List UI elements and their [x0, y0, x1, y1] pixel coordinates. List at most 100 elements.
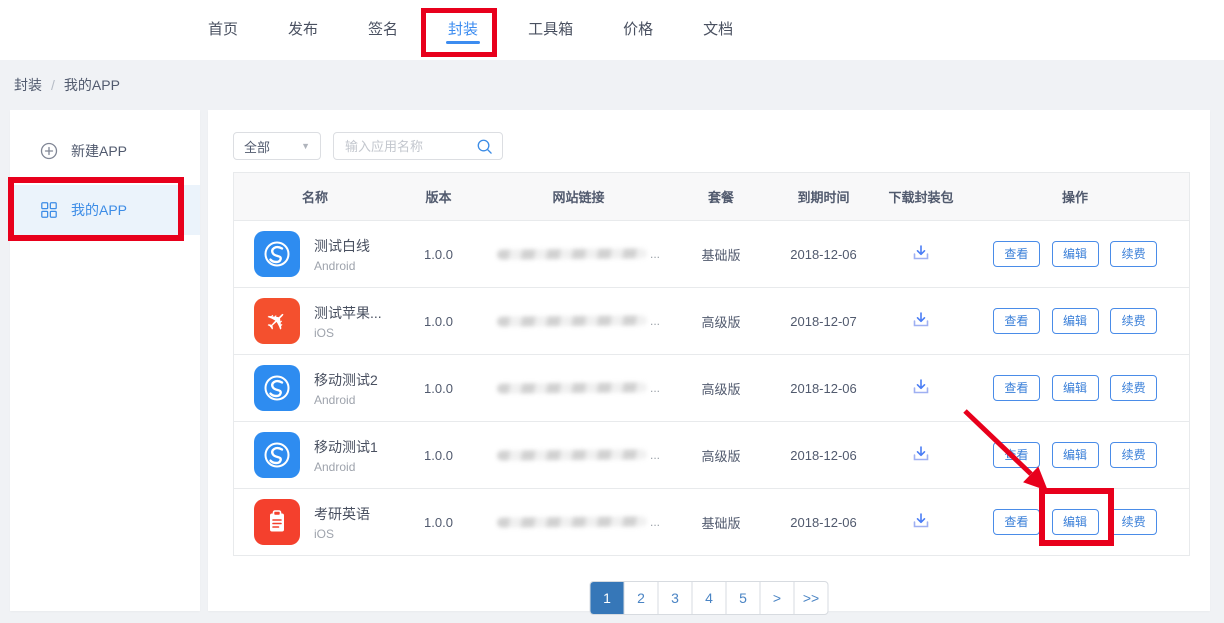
nav-tab-sign[interactable]: 签名: [368, 0, 398, 60]
app-expiry: 2018-12-06: [766, 515, 881, 530]
app-name: 移动测试2: [314, 370, 378, 390]
col-header-name: 名称: [234, 187, 396, 206]
main-panel: 全部 ▼ 名称 版本 网站链接 套餐 到期时间 下载封装包 操作: [208, 110, 1210, 611]
col-header-download: 下载封装包: [881, 187, 961, 206]
app-platform: iOS: [314, 527, 370, 541]
app-plan: 高级版: [676, 312, 766, 331]
view-button[interactable]: 查看: [993, 442, 1040, 468]
table-row: 移动测试1 Android 1.0.0 ... 高级版 2018-12-06 查…: [234, 422, 1189, 489]
breadcrumb: 封装 / 我的APP: [0, 60, 1224, 110]
page-button-1[interactable]: 1: [591, 582, 624, 614]
clipboard-icon: [254, 499, 300, 545]
caret-down-icon: ▼: [301, 141, 310, 151]
table-header-row: 名称 版本 网站链接 套餐 到期时间 下载封装包 操作: [234, 173, 1189, 221]
select-value: 全部: [244, 137, 270, 156]
nav-tab-publish[interactable]: 发布: [288, 0, 318, 60]
table-row: 考研英语 iOS 1.0.0 ... 基础版 2018-12-06 查看 编辑 …: [234, 489, 1189, 555]
nav-tab-docs[interactable]: 文档: [703, 0, 733, 60]
col-header-actions: 操作: [961, 187, 1189, 206]
page-button-4[interactable]: 4: [692, 582, 726, 614]
s-logo-icon: [254, 365, 300, 411]
app-version: 1.0.0: [396, 247, 481, 262]
app-expiry: 2018-12-06: [766, 381, 881, 396]
airplane-icon: ✈: [254, 298, 300, 344]
app-platform: Android: [314, 460, 378, 474]
blurred-url: [497, 449, 647, 460]
main-nav: 首页 发布 签名 封装 工具箱 价格 文档: [0, 0, 1224, 60]
download-icon[interactable]: [909, 308, 933, 335]
breadcrumb-section[interactable]: 封装: [14, 75, 42, 95]
blurred-url: [497, 248, 647, 259]
page-button-5[interactable]: 5: [726, 582, 760, 614]
sidebar-item-label: 新建APP: [71, 141, 127, 161]
search-icon[interactable]: [476, 138, 493, 155]
top-navigation-bar: 首页 发布 签名 封装 工具箱 价格 文档: [0, 0, 1224, 60]
grid-icon: [40, 201, 58, 219]
edit-button[interactable]: 编辑: [1052, 308, 1099, 334]
filter-toolbar: 全部 ▼: [233, 132, 503, 160]
next-page-button[interactable]: >: [760, 582, 794, 614]
blurred-url: [497, 315, 647, 326]
nav-tab-price[interactable]: 价格: [623, 0, 653, 60]
download-icon[interactable]: [909, 509, 933, 536]
plan-filter-select[interactable]: 全部 ▼: [233, 132, 321, 160]
nav-tab-home[interactable]: 首页: [208, 0, 238, 60]
view-button[interactable]: 查看: [993, 308, 1040, 334]
app-expiry: 2018-12-06: [766, 448, 881, 463]
website-link-blurred: ...: [481, 314, 676, 328]
renew-button[interactable]: 续费: [1110, 442, 1157, 468]
renew-button[interactable]: 续费: [1110, 241, 1157, 267]
app-expiry: 2018-12-07: [766, 314, 881, 329]
table-row: ✈ 测试苹果... iOS 1.0.0 ... 高级版 2018-12-07 查…: [234, 288, 1189, 355]
app-version: 1.0.0: [396, 381, 481, 396]
search-input[interactable]: [343, 138, 476, 155]
download-icon[interactable]: [909, 241, 933, 268]
app-name: 测试苹果...: [314, 303, 382, 323]
nav-tab-package[interactable]: 封装: [448, 0, 478, 60]
col-header-version: 版本: [396, 187, 481, 206]
edit-button[interactable]: 编辑: [1052, 442, 1099, 468]
app-name: 移动测试1: [314, 437, 378, 457]
sidebar-item-new-app[interactable]: 新建APP: [10, 126, 200, 176]
nav-tab-toolbox[interactable]: 工具箱: [528, 0, 573, 60]
edit-button[interactable]: 编辑: [1052, 509, 1099, 535]
renew-button[interactable]: 续费: [1110, 308, 1157, 334]
col-header-expiry: 到期时间: [766, 187, 881, 206]
app-plan: 基础版: [676, 245, 766, 264]
app-plan: 高级版: [676, 379, 766, 398]
app-version: 1.0.0: [396, 448, 481, 463]
download-icon[interactable]: [909, 442, 933, 469]
table-row: 测试白线 Android 1.0.0 ... 基础版 2018-12-06 查看…: [234, 221, 1189, 288]
edit-button[interactable]: 编辑: [1052, 241, 1099, 267]
breadcrumb-separator: /: [51, 77, 55, 93]
app-search-box: [333, 132, 503, 160]
page-button-3[interactable]: 3: [658, 582, 692, 614]
s-logo-icon: [254, 432, 300, 478]
website-link-blurred: ...: [481, 247, 676, 261]
download-icon[interactable]: [909, 375, 933, 402]
sidebar-item-label: 我的APP: [71, 200, 127, 220]
website-link-blurred: ...: [481, 515, 676, 529]
edit-button[interactable]: 编辑: [1052, 375, 1099, 401]
website-link-blurred: ...: [481, 448, 676, 462]
website-link-blurred: ...: [481, 381, 676, 395]
col-header-plan: 套餐: [676, 187, 766, 206]
renew-button[interactable]: 续费: [1110, 375, 1157, 401]
renew-button[interactable]: 续费: [1110, 509, 1157, 535]
view-button[interactable]: 查看: [993, 241, 1040, 267]
last-page-button[interactable]: >>: [794, 582, 828, 614]
app-version: 1.0.0: [396, 314, 481, 329]
app-platform: Android: [314, 393, 378, 407]
app-table: 名称 版本 网站链接 套餐 到期时间 下载封装包 操作 测试白线 Android…: [233, 172, 1190, 556]
table-row: 移动测试2 Android 1.0.0 ... 高级版 2018-12-06 查…: [234, 355, 1189, 422]
view-button[interactable]: 查看: [993, 375, 1040, 401]
sidebar: 新建APP 我的APP: [10, 110, 200, 611]
sidebar-item-my-app[interactable]: 我的APP: [10, 185, 200, 235]
page-button-2[interactable]: 2: [624, 582, 658, 614]
app-platform: Android: [314, 259, 370, 273]
blurred-url: [497, 516, 647, 527]
pagination: 1 2 3 4 5 > >>: [590, 581, 829, 615]
view-button[interactable]: 查看: [993, 509, 1040, 535]
app-plan: 高级版: [676, 446, 766, 465]
app-name: 测试白线: [314, 236, 370, 256]
